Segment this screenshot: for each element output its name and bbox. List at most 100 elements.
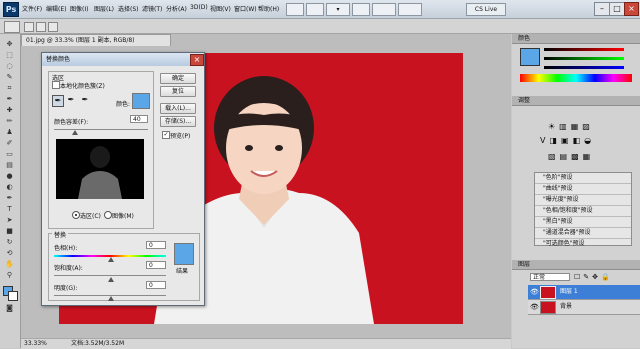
dialog-close-icon[interactable]: × (190, 54, 204, 66)
healing-tool-icon[interactable]: ✚ (3, 106, 16, 115)
hand-icon[interactable] (352, 3, 370, 16)
quick-mask-icon[interactable]: ◙ (3, 304, 16, 313)
eyedropper-icon[interactable]: ✒ (52, 95, 64, 107)
layer-name[interactable]: 图层 1 (560, 285, 578, 299)
menu-image[interactable]: 图像(I) (70, 4, 88, 13)
hue-input[interactable]: 0 (146, 241, 166, 249)
lasso-tool-icon[interactable]: ◌ (3, 62, 16, 71)
adjustment-icons-row3[interactable]: ▧▤▩▦ (548, 152, 608, 162)
dodge-tool-icon[interactable]: ◐ (3, 183, 16, 192)
menu-filter[interactable]: 滤镜(T) (142, 4, 162, 13)
visibility-eye-icon[interactable]: 👁 (530, 300, 539, 314)
eyedropper-tool-icon[interactable]: ✒ (3, 95, 16, 104)
blur-tool-icon[interactable]: ● (3, 172, 16, 181)
blend-mode-select[interactable]: 正常 (530, 273, 570, 281)
localized-clusters-checkbox[interactable] (52, 81, 60, 89)
option-icon[interactable] (48, 22, 58, 32)
maximize-button[interactable]: □ (609, 2, 625, 16)
option-icon[interactable] (36, 22, 46, 32)
shape-tool-icon[interactable]: ■ (3, 227, 16, 236)
marquee-tool-icon[interactable]: ⬚ (3, 51, 16, 60)
zoom-tool-icon[interactable]: ⚲ (3, 271, 16, 280)
saturation-slider-knob[interactable] (108, 277, 114, 282)
visibility-eye-icon[interactable]: 👁 (530, 285, 539, 299)
saturation-slider[interactable] (54, 275, 166, 276)
crop-tool-icon[interactable]: ⌗ (3, 84, 16, 93)
zoom-level-menu[interactable]: ▾ (326, 3, 350, 16)
gradient-tool-icon[interactable]: ▤ (3, 161, 16, 170)
3d-orbit-tool-icon[interactable]: ⟲ (3, 249, 16, 258)
eyedropper-plus-icon[interactable]: ✒ (66, 95, 76, 105)
preset-black-white[interactable]: "黑白"预设 (535, 217, 631, 228)
path-select-tool-icon[interactable]: ➤ (3, 216, 16, 225)
result-color-swatch[interactable] (174, 243, 194, 265)
cs-live-button[interactable]: CS Live (466, 3, 506, 16)
3d-rotate-tool-icon[interactable]: ↻ (3, 238, 16, 247)
layer-lock-icons[interactable]: ☐✎✥🔒 (574, 273, 624, 281)
red-slider[interactable] (544, 48, 624, 51)
load-button[interactable]: 载入(L)... (160, 103, 196, 114)
bridge-icon[interactable] (286, 3, 304, 16)
color-ramp[interactable] (520, 74, 632, 82)
menu-window[interactable]: 窗口(W) (234, 4, 257, 13)
menu-view[interactable]: 视图(V) (210, 4, 231, 13)
history-brush-tool-icon[interactable]: ✐ (3, 139, 16, 148)
lightness-slider-knob[interactable] (108, 296, 114, 301)
tool-preset-icon[interactable] (4, 21, 20, 33)
ok-button[interactable]: 确定 (160, 73, 196, 84)
selection-radio[interactable] (72, 211, 80, 219)
pen-tool-icon[interactable]: ✒ (3, 194, 16, 203)
preset-selective-color[interactable]: "可选颜色"预设 (535, 239, 631, 249)
fuzziness-input[interactable]: 40 (130, 115, 148, 123)
menu-3d[interactable]: 3D(D) (190, 4, 208, 11)
layer-row-1[interactable]: 👁 图层 1 (528, 285, 640, 300)
selection-preview[interactable] (56, 139, 144, 199)
menu-file[interactable]: 文件(F) (22, 4, 42, 13)
hand-tool-icon[interactable]: ✋ (3, 260, 16, 269)
dialog-title[interactable]: 替换颜色 (42, 53, 204, 66)
lightness-input[interactable]: 0 (146, 281, 166, 289)
preset-exposure[interactable]: "曝光度"预设 (535, 195, 631, 206)
layer-name[interactable]: 背景 (560, 300, 572, 314)
brush-tool-icon[interactable]: ✏ (3, 117, 16, 126)
adjustment-icons-row1[interactable]: ☀▥▦▨ (548, 122, 608, 132)
menu-analysis[interactable]: 分析(A) (166, 4, 187, 13)
blue-slider[interactable] (544, 66, 624, 69)
fuzziness-slider[interactable] (54, 129, 148, 130)
quick-select-tool-icon[interactable]: ✎ (3, 73, 16, 82)
menu-layer[interactable]: 图层(L) (94, 4, 114, 13)
screen-mode-icon[interactable] (398, 3, 422, 16)
image-radio[interactable] (104, 211, 112, 219)
tab-adjustments[interactable]: 调整 (512, 96, 640, 106)
hue-slider-knob[interactable] (108, 257, 114, 262)
tab-color[interactable]: 颜色 (512, 34, 640, 44)
preview-checkbox[interactable]: ✓ (162, 131, 170, 139)
adjustment-icons-row2[interactable]: V◨▣◧◒ (540, 136, 620, 146)
preset-hue-saturation[interactable]: "色相/饱和度"预设 (535, 206, 631, 217)
menu-select[interactable]: 选择(S) (118, 4, 139, 13)
save-button[interactable]: 存储(S)... (160, 116, 196, 127)
fuzziness-slider-knob[interactable] (72, 130, 78, 135)
option-icon[interactable] (24, 22, 34, 32)
minimize-button[interactable]: – (594, 2, 610, 16)
arrange-documents-icon[interactable] (372, 3, 396, 16)
tab-layers[interactable]: 图层 (512, 260, 640, 270)
layer-row-2[interactable]: 👁 背景 (528, 300, 640, 315)
menu-help[interactable]: 帮助(H) (258, 4, 279, 13)
preset-channel-mixer[interactable]: "通道混合器"预设 (535, 228, 631, 239)
background-color-swatch[interactable] (8, 291, 18, 301)
sample-color-swatch[interactable] (132, 93, 150, 109)
eyedropper-minus-icon[interactable]: ✒ (80, 95, 90, 105)
preset-levels[interactable]: "色阶"预设 (535, 173, 631, 184)
stamp-tool-icon[interactable]: ♟ (3, 128, 16, 137)
close-window-button[interactable]: × (624, 2, 639, 16)
reset-button[interactable]: 复位 (160, 86, 196, 97)
minibridge-icon[interactable] (306, 3, 324, 16)
saturation-input[interactable]: 0 (146, 261, 166, 269)
preset-curves[interactable]: "曲线"预设 (535, 184, 631, 195)
document-tab[interactable]: 01.jpg @ 33.3% (图层 1 副本, RGB/8) (21, 34, 171, 46)
panel-foreground-swatch[interactable] (520, 48, 540, 66)
move-tool-icon[interactable]: ✥ (3, 40, 16, 49)
eraser-tool-icon[interactable]: ▭ (3, 150, 16, 159)
menu-edit[interactable]: 编辑(E) (46, 4, 66, 13)
